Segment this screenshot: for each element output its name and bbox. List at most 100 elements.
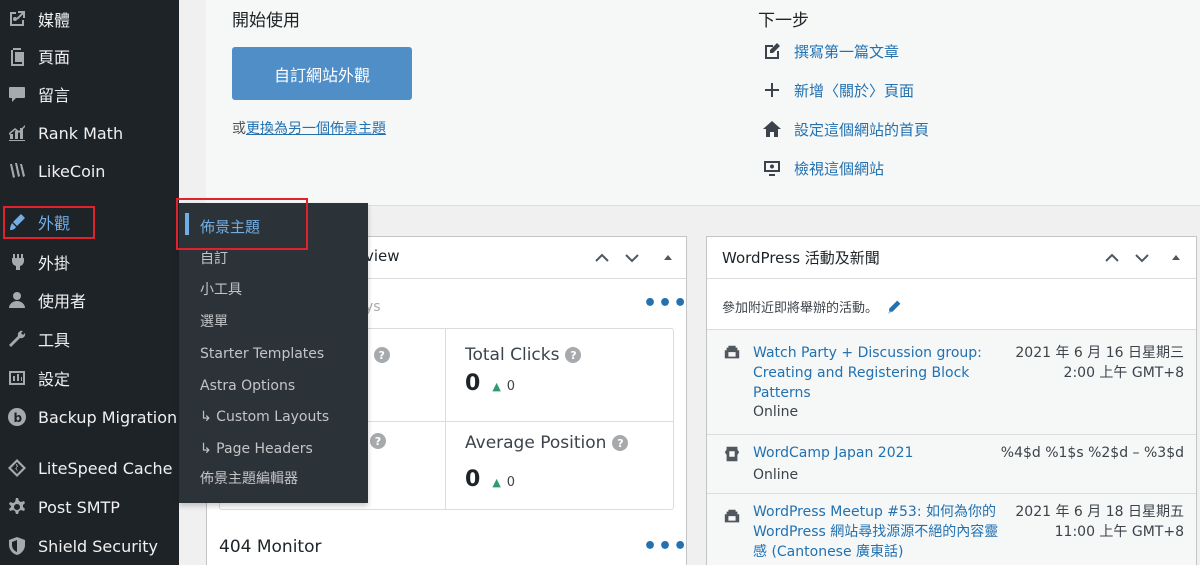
- next-steps-title: 下一步: [758, 11, 809, 31]
- move-down-button[interactable]: [1133, 249, 1151, 267]
- plugin-icon: [6, 251, 28, 273]
- shield-icon: [6, 535, 28, 557]
- move-up-button[interactable]: [1103, 249, 1121, 267]
- edit-location-icon[interactable]: [886, 299, 902, 315]
- sidebar-item-label: Rank Math: [38, 123, 124, 143]
- metric-number: 0: [465, 371, 481, 396]
- comment-icon: [6, 83, 28, 105]
- sidebar-item-pages[interactable]: 頁面: [0, 37, 179, 75]
- metric-delta: ▲ 0: [492, 379, 515, 394]
- set-homepage-link[interactable]: 設定這個網站的首頁: [762, 117, 929, 141]
- sidebar-item-label: Post SMTP: [38, 497, 120, 517]
- submenu-item-page-headers[interactable]: ↳ Page Headers: [200, 439, 313, 459]
- collapse-toggle-button[interactable]: [1167, 249, 1185, 267]
- divider: [707, 434, 1196, 435]
- metric-label: Average Position?: [465, 433, 629, 453]
- sidebar-item-settings[interactable]: 設定: [0, 359, 179, 397]
- sidebar-item-label: 使用者: [38, 292, 87, 311]
- event-time-line: 11:00 上午 GMT+8: [1054, 524, 1184, 540]
- sidebar-item-comments[interactable]: 留言: [0, 75, 179, 113]
- wordcamp-icon: [723, 445, 741, 463]
- sidebar-item-post-smtp[interactable]: Post SMTP: [0, 488, 179, 526]
- rank-math-icon: [6, 122, 28, 144]
- wordpress-events-news-widget: WordPress 活動及新聞 參加附近即將舉辦的活動。 Watch Party…: [706, 236, 1197, 565]
- help-icon[interactable]: ?: [370, 433, 386, 449]
- view-icon: [762, 158, 782, 178]
- customize-site-button[interactable]: 自訂網站外觀: [232, 47, 412, 100]
- metric-value: 0 ▲ 0: [465, 467, 515, 492]
- move-down-button[interactable]: [623, 249, 641, 267]
- sidebar-item-users[interactable]: 使用者: [0, 281, 179, 319]
- metric-delta-value: 0: [506, 379, 516, 394]
- event-title-link[interactable]: Watch Party + Discussion group: Creating…: [753, 343, 983, 403]
- likecoin-icon: [6, 160, 28, 182]
- grid-divider: [445, 329, 446, 509]
- highlight-box-themes: [176, 198, 308, 250]
- metric-label: Total Clicks?: [465, 345, 582, 365]
- submenu-item-custom-layouts[interactable]: ↳ Custom Layouts: [200, 407, 329, 427]
- monitor-options-button[interactable]: •••: [643, 534, 688, 559]
- events-intro: 參加附近即將舉辦的活動。: [722, 297, 902, 316]
- sidebar-item-label: Backup Migration: [38, 407, 178, 427]
- sidebar-item-plugins[interactable]: 外掛: [0, 243, 179, 281]
- event-title-link[interactable]: WordCamp Japan 2021: [753, 443, 983, 463]
- sidebar-item-rank-math[interactable]: Rank Math: [0, 114, 179, 152]
- events-list: Watch Party + Discussion group: Creating…: [707, 330, 1196, 565]
- submenu-item-customize[interactable]: 自訂: [200, 249, 228, 269]
- next-item-label: 新增〈關於〉頁面: [794, 81, 915, 100]
- metric-delta: ▲ 0: [492, 475, 515, 490]
- sidebar-item-label: 媒體: [38, 11, 71, 30]
- metric-label: ?: [370, 433, 386, 449]
- user-icon: [6, 289, 28, 311]
- sidebar-item-backup-migration[interactable]: b Backup Migration: [0, 398, 179, 436]
- change-theme-text: 或更換為另一個佈景主題: [232, 118, 386, 138]
- sidebar-item-litespeed-cache[interactable]: LiteSpeed Cache: [0, 449, 179, 487]
- help-icon[interactable]: ?: [373, 347, 390, 363]
- svg-text:b: b: [14, 411, 23, 425]
- metric-delta-value: 0: [506, 475, 516, 490]
- sidebar-item-likecoin[interactable]: LikeCoin: [0, 152, 179, 190]
- home-icon: [762, 119, 782, 139]
- sidebar-item-tools[interactable]: 工具: [0, 320, 179, 358]
- next-item-label: 檢視這個網站: [794, 159, 885, 178]
- view-site-link[interactable]: 檢視這個網站: [762, 156, 884, 180]
- add-about-page-link[interactable]: 新增〈關於〉頁面: [762, 78, 914, 102]
- submenu-item-menus[interactable]: 選單: [200, 312, 228, 332]
- event-date-line: 2021 年 6 月 18 日星期五: [1015, 504, 1184, 520]
- event-title-link[interactable]: WordPress Meetup #53: 如何為你的 WordPress 網站…: [753, 502, 1003, 562]
- sidebar-item-label: 工具: [38, 331, 71, 350]
- event-date: 2021 年 6 月 16 日星期三 2:00 上午 GMT+8: [1015, 343, 1184, 383]
- write-first-post-link[interactable]: 撰寫第一篇文章: [762, 39, 899, 63]
- submenu-item-widgets[interactable]: 小工具: [200, 280, 242, 300]
- event-location: Online: [753, 404, 799, 420]
- submenu-item-starter-templates[interactable]: Starter Templates: [200, 344, 324, 364]
- submenu-item-theme-editor[interactable]: 佈景主題編輯器: [200, 469, 298, 489]
- sidebar-item-label: 外掛: [38, 254, 71, 273]
- event-location: Online: [753, 467, 799, 483]
- wrench-icon: [6, 328, 28, 350]
- arrow-up-icon: ▲: [492, 476, 501, 489]
- start-title: 開始使用: [232, 11, 300, 31]
- meetup-icon: [723, 508, 741, 526]
- backup-icon: b: [6, 406, 28, 428]
- submenu-item-astra-options[interactable]: Astra Options: [200, 376, 295, 396]
- options-menu-button[interactable]: •••: [643, 291, 688, 316]
- plus-icon: [762, 80, 782, 100]
- sidebar-item-label: LikeCoin: [38, 161, 106, 181]
- arrow-up-icon: ▲: [492, 380, 501, 393]
- welcome-panel: 開始使用 自訂網站外觀 或更換為另一個佈景主題 下一步 撰寫第一篇文章 新增〈關…: [206, 0, 1200, 206]
- collapse-toggle-button[interactable]: [659, 249, 677, 267]
- help-icon[interactable]: ?: [565, 347, 582, 363]
- change-theme-link[interactable]: 更換為另一個佈景主題: [246, 121, 386, 137]
- metric-value: 0 ▲ 0: [465, 371, 515, 396]
- sidebar-item-shield-security[interactable]: Shield Security: [0, 527, 179, 565]
- edit-icon: [762, 41, 782, 61]
- sidebar-item-label: Shield Security: [38, 536, 158, 556]
- help-icon[interactable]: ?: [612, 435, 629, 451]
- sidebar-item-media[interactable]: 媒體: [0, 0, 179, 38]
- event-date-line: 2021 年 6 月 16 日星期三: [1015, 345, 1184, 361]
- meetup-icon: [723, 344, 741, 362]
- move-up-button[interactable]: [593, 249, 611, 267]
- metric-label-text: Total Clicks: [465, 345, 560, 365]
- change-theme-prefix: 或: [232, 121, 246, 137]
